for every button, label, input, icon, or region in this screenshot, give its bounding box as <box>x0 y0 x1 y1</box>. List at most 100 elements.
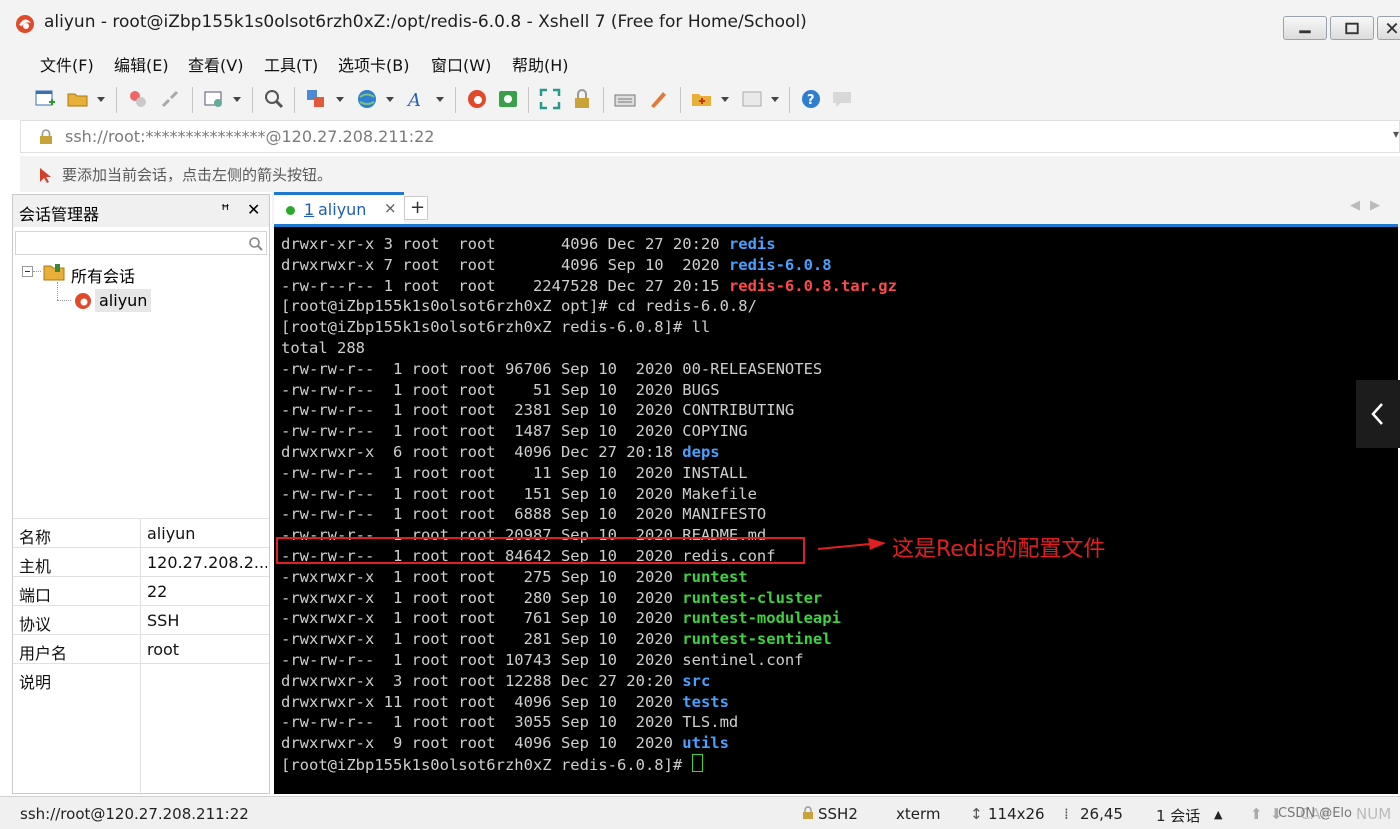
find-icon[interactable] <box>263 88 285 110</box>
property-row: 名称 aliyun <box>13 518 269 548</box>
terminal-text: drwxrwxr-x 11 root root 4096 Sep 10 2020 <box>281 692 683 711</box>
menu-tabs[interactable]: 选项卡(B) <box>338 52 409 76</box>
globe-dropdown-icon[interactable] <box>386 97 394 102</box>
menu-view[interactable]: 查看(V) <box>188 52 243 76</box>
menu-help[interactable]: 帮助(H) <box>512 52 569 76</box>
terminal-text: [root@iZbp155k1s0olsot6rzh0xZ redis-6.0.… <box>281 318 711 337</box>
status-size: 114x26 <box>988 805 1045 823</box>
side-panel-toggle[interactable] <box>1356 380 1400 448</box>
pin-icon[interactable]: ꟸ <box>221 201 230 219</box>
property-value: root <box>147 640 180 659</box>
property-value: 120.27.208.2... <box>147 553 267 572</box>
terminal-line: drwxrwxr-x 7 root root 4096 Sep 10 2020 … <box>281 255 897 276</box>
chevron-left-icon <box>1371 403 1383 425</box>
status-sessions[interactable]: 1 会话 <box>1156 805 1200 826</box>
properties-dropdown-icon[interactable] <box>233 97 241 102</box>
property-row: 协议 SSH <box>13 605 269 635</box>
tree-collapse-icon[interactable] <box>22 266 33 277</box>
tab-strip: 1 aliyun × + ◀ ▶ <box>272 192 1400 224</box>
terminal-text: drwxrwxr-x 7 root root 4096 Sep 10 2020 <box>281 255 729 274</box>
hint-bar: 要添加当前会话，点击左侧的箭头按钮。 <box>20 156 1400 192</box>
menu-file[interactable]: 文件(F) <box>40 52 94 76</box>
toolbar: A ? <box>0 78 1400 120</box>
terminal-text: -rw-rw-r-- 1 root root 2381 Sep 10 2020 … <box>281 401 795 420</box>
fullscreen-icon[interactable] <box>539 88 561 110</box>
status-protocol: SSH2 <box>818 805 858 823</box>
reconnect-icon[interactable] <box>127 88 149 110</box>
terminal[interactable]: drwxr-xr-x 3 root root 4096 Dec 27 20:20… <box>274 224 1398 794</box>
terminal-line: [root@iZbp155k1s0olsot6rzh0xZ redis-6.0.… <box>281 753 897 776</box>
tree-item-aliyun[interactable]: aliyun <box>95 289 152 312</box>
svg-text:A: A <box>406 90 421 110</box>
tree-root-label[interactable]: 所有会话 <box>71 263 135 287</box>
new-tab-button[interactable]: + <box>404 196 428 220</box>
terminal-line: -rw-rw-r-- 1 root root 151 Sep 10 2020 M… <box>281 484 897 505</box>
terminal-text: -rw-rw-r-- 1 root root 96706 Sep 10 2020… <box>281 359 823 378</box>
terminal-text: drwxrwxr-x 9 root root 4096 Sep 10 2020 <box>281 734 683 753</box>
tree-connector <box>57 300 71 301</box>
address-bar[interactable]: ssh://root:***************@120.27.208.21… <box>20 120 1400 153</box>
xftp-icon[interactable] <box>497 88 519 110</box>
terminal-line: drwxrwxr-x 3 root root 12288 Dec 27 20:2… <box>281 671 897 692</box>
close-window-button[interactable] <box>1377 16 1400 40</box>
properties-icon[interactable] <box>203 88 225 110</box>
disconnect-icon[interactable] <box>159 88 181 110</box>
tab-aliyun[interactable]: 1 aliyun × <box>274 192 404 224</box>
layout-icon[interactable] <box>741 88 763 110</box>
property-value: aliyun <box>147 524 196 543</box>
globe-icon[interactable] <box>356 88 378 110</box>
caret-up-icon[interactable]: ▲ <box>1214 808 1222 821</box>
add-folder-icon[interactable] <box>691 88 713 110</box>
status-num: NUM <box>1356 805 1392 823</box>
lock-icon <box>40 129 52 144</box>
open-folder-icon[interactable] <box>67 88 89 110</box>
layout-dropdown-icon[interactable] <box>771 97 779 102</box>
keyboard-icon[interactable] <box>614 88 636 110</box>
terminal-line: -rw-rw-r-- 1 root root 1487 Sep 10 2020 … <box>281 421 897 442</box>
scroll-right-icon[interactable]: ▶ <box>1370 198 1380 213</box>
tab-close-icon[interactable]: × <box>384 199 397 217</box>
scroll-left-icon[interactable]: ◀ <box>1350 198 1360 213</box>
transfer-icon[interactable] <box>305 88 327 110</box>
open-dropdown-icon[interactable] <box>97 97 105 102</box>
close-panel-icon[interactable]: ✕ <box>247 200 260 219</box>
terminal-line: -rw-rw-r-- 1 root root 6888 Sep 10 2020 … <box>281 504 897 525</box>
terminal-text: drwxr-xr-x 3 root root 4096 Dec 27 20:20 <box>281 235 729 253</box>
terminal-line: -rw-rw-r-- 1 root root 51 Sep 10 2020 BU… <box>281 380 897 401</box>
cursor-pos-icon: ⁞ <box>1064 805 1069 823</box>
minimize-button[interactable] <box>1283 16 1327 40</box>
script-icon[interactable] <box>647 88 669 110</box>
font-icon[interactable]: A <box>406 88 428 110</box>
terminal-line: -rw-rw-r-- 1 root root 11 Sep 10 2020 IN… <box>281 463 897 484</box>
connected-status-icon <box>286 206 295 215</box>
arrow-pointer-icon[interactable] <box>38 166 56 184</box>
terminal-line: -rw-rw-r-- 1 root root 96706 Sep 10 2020… <box>281 359 897 380</box>
terminal-line: drwxrwxr-x 11 root root 4096 Sep 10 2020… <box>281 692 897 713</box>
xshell-icon[interactable] <box>466 88 488 110</box>
add-folder-dropdown-icon[interactable] <box>721 97 729 102</box>
new-session-icon[interactable] <box>34 88 56 110</box>
maximize-button[interactable] <box>1330 16 1374 40</box>
menu-tools[interactable]: 工具(T) <box>264 52 318 76</box>
terminal-line: total 288 <box>281 338 897 359</box>
lock-icon[interactable] <box>571 88 593 110</box>
watermark: CSDN @Elo <box>1278 806 1352 821</box>
terminal-output: drwxr-xr-x 3 root root 4096 Dec 27 20:20… <box>281 234 897 776</box>
chevron-down-icon[interactable]: ▾ <box>1393 127 1399 141</box>
annotation-arrow-icon <box>818 538 886 550</box>
terminal-text: total 288 <box>281 338 365 357</box>
menu-edit[interactable]: 编辑(E) <box>114 52 169 76</box>
chat-icon[interactable] <box>831 88 853 110</box>
transfer-dropdown-icon[interactable] <box>336 97 344 102</box>
terminal-blue-text: utils <box>682 734 729 753</box>
session-search-input[interactable] <box>15 231 267 255</box>
font-dropdown-icon[interactable] <box>436 97 444 102</box>
terminal-blue-text: src <box>682 671 711 690</box>
arrow-up-icon[interactable]: ⬆ <box>1250 805 1263 823</box>
address-text[interactable]: ssh://root:***************@120.27.208.21… <box>65 127 434 146</box>
menu-window[interactable]: 窗口(W) <box>431 52 491 76</box>
terminal-line: -rw-rw-r-- 1 root root 3055 Sep 10 2020 … <box>281 712 897 733</box>
status-bar: ssh://root@120.27.208.211:22 SSH2 xterm … <box>0 796 1400 829</box>
help-icon[interactable]: ? <box>800 88 822 110</box>
search-icon[interactable] <box>248 236 264 252</box>
